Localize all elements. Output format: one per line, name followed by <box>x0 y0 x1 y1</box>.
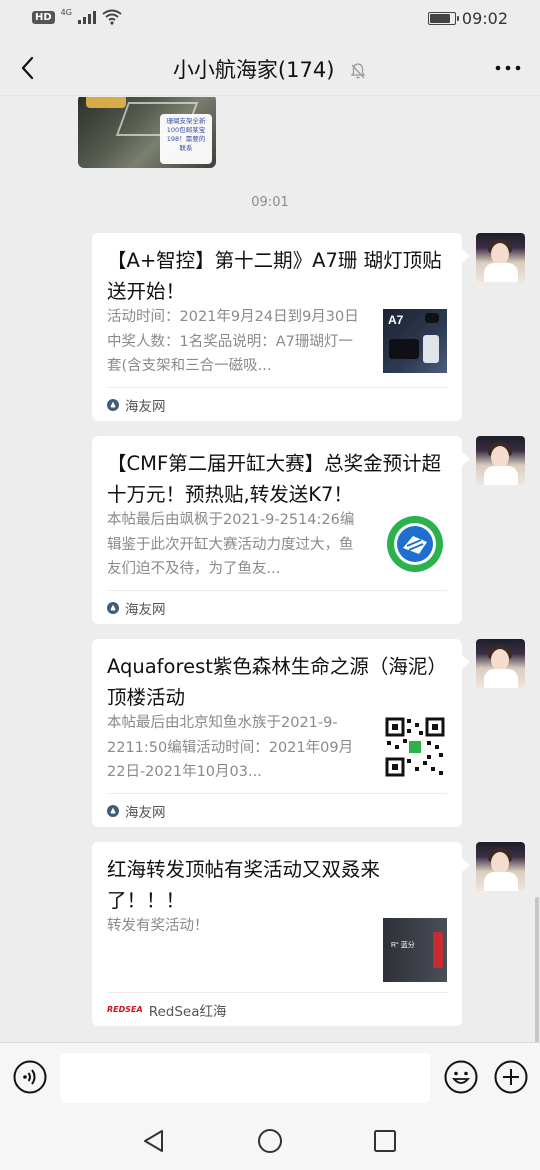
card-source: 海友网 <box>107 793 447 827</box>
status-bar: HD 4G 09:02 <box>0 0 540 40</box>
thumb-label: R° 蓝分 <box>391 942 415 949</box>
card-title: 【A+智控】第十二期》A7珊 瑚灯顶贴送开始！ <box>107 249 442 303</box>
status-left: HD 4G <box>32 7 122 25</box>
card-description: 本帖最后由飒枫于2021-9-2514:26编辑鉴于此次开缸大赛活动力度过大，鱼… <box>107 512 355 577</box>
avatar[interactable] <box>476 233 525 282</box>
nav-recents-square-icon[interactable] <box>372 1128 398 1154</box>
card-description: 活动时间：2021年9月24日到9月30日中奖人数：1名奖品说明：A7珊瑚灯一套… <box>107 309 359 374</box>
card-thumbnail <box>383 512 447 576</box>
source-logo-icon <box>107 804 119 817</box>
voice-icon[interactable] <box>13 1060 47 1094</box>
input-bar <box>0 1042 540 1112</box>
battery-fill <box>429 14 451 23</box>
more-dots-icon[interactable] <box>490 54 526 82</box>
nav-back-triangle-icon[interactable] <box>141 1128 167 1154</box>
scrollbar[interactable] <box>535 897 539 1042</box>
chat-header: 小小航海家(174) <box>0 40 540 96</box>
bell-off-icon <box>350 63 366 79</box>
card-source: 海友网 <box>107 387 447 421</box>
chat-area[interactable]: 珊瑚支架全新 100包邮某宝 198！需要的 联系 09:01 【A+智控】第十… <box>0 97 540 1042</box>
card-title: Aquaforest紫色森林生命之源（海泥）顶楼活动 <box>107 655 447 709</box>
card-description: 本帖最后由北京知鱼水族于2021-9-2211:50编辑活动时间：2021年09… <box>107 715 354 780</box>
card-title: 【CMF第二届开缸大赛】总奖金预计超十万元！预热贴,转发送K7！ <box>107 452 442 506</box>
source-name: 海友网 <box>125 398 166 415</box>
qr-code-thumbnail <box>383 715 447 779</box>
card-source: REDSEA RedSea红海 <box>107 992 447 1026</box>
card-title: 红海转发顶帖有奖活动又双叒来了！！！ <box>107 858 381 912</box>
status-right: 09:02 <box>427 9 508 28</box>
link-card-message[interactable]: 【A+智控】第十二期》A7珊 瑚灯顶贴送开始！ 活动时间：2021年9月24日到… <box>92 233 470 421</box>
plus-icon[interactable] <box>494 1060 528 1094</box>
fish-logo-icon <box>387 516 443 572</box>
redsea-logo-icon: REDSEA <box>107 1005 143 1014</box>
message-input[interactable] <box>60 1053 430 1103</box>
avatar[interactable] <box>476 436 525 485</box>
nav-home-circle-icon[interactable] <box>257 1128 283 1154</box>
wifi-icon <box>102 9 122 25</box>
thumb-label: A7 <box>388 313 404 327</box>
image-note-text: 珊瑚支架全新 100包邮某宝 198！需要的 联系 <box>160 114 212 164</box>
source-name: 海友网 <box>125 804 166 821</box>
source-logo-icon <box>107 601 119 614</box>
qr-code-icon <box>385 717 445 777</box>
image-light <box>86 97 126 108</box>
chat-title-area: 小小航海家(174) <box>0 54 540 84</box>
system-nav-bar <box>0 1112 540 1170</box>
battery-icon <box>427 12 459 25</box>
avatar[interactable] <box>476 842 525 891</box>
hd-badge: HD <box>32 10 55 24</box>
source-name: 海友网 <box>125 601 166 618</box>
source-name: RedSea红海 <box>148 1003 227 1020</box>
message-timestamp: 09:01 <box>251 195 289 210</box>
network-type: 4G <box>60 7 72 17</box>
card-description: 转发有奖活动！ <box>107 918 209 934</box>
link-card-message[interactable]: 【CMF第二届开缸大赛】总奖金预计超十万元！预热贴,转发送K7！ 本帖最后由飒枫… <box>92 436 470 624</box>
card-thumbnail: R° 蓝分 <box>383 918 447 982</box>
chat-title: 小小航海家(174) <box>172 58 335 82</box>
emoji-icon[interactable] <box>444 1060 478 1094</box>
avatar[interactable] <box>476 639 525 688</box>
link-card-message[interactable]: Aquaforest紫色森林生命之源（海泥）顶楼活动 本帖最后由北京知鱼水族于2… <box>92 639 470 827</box>
link-card-message[interactable]: 红海转发顶帖有奖活动又双叒来了！！！ 转发有奖活动！ R° 蓝分 REDSEA … <box>92 842 470 1026</box>
card-thumbnail: A7 <box>383 309 447 373</box>
card-source: 海友网 <box>107 590 447 624</box>
signal-icon <box>77 10 96 24</box>
image-message[interactable]: 珊瑚支架全新 100包邮某宝 198！需要的 联系 <box>78 97 216 168</box>
status-time: 09:02 <box>461 9 508 28</box>
source-logo-icon <box>107 398 119 411</box>
